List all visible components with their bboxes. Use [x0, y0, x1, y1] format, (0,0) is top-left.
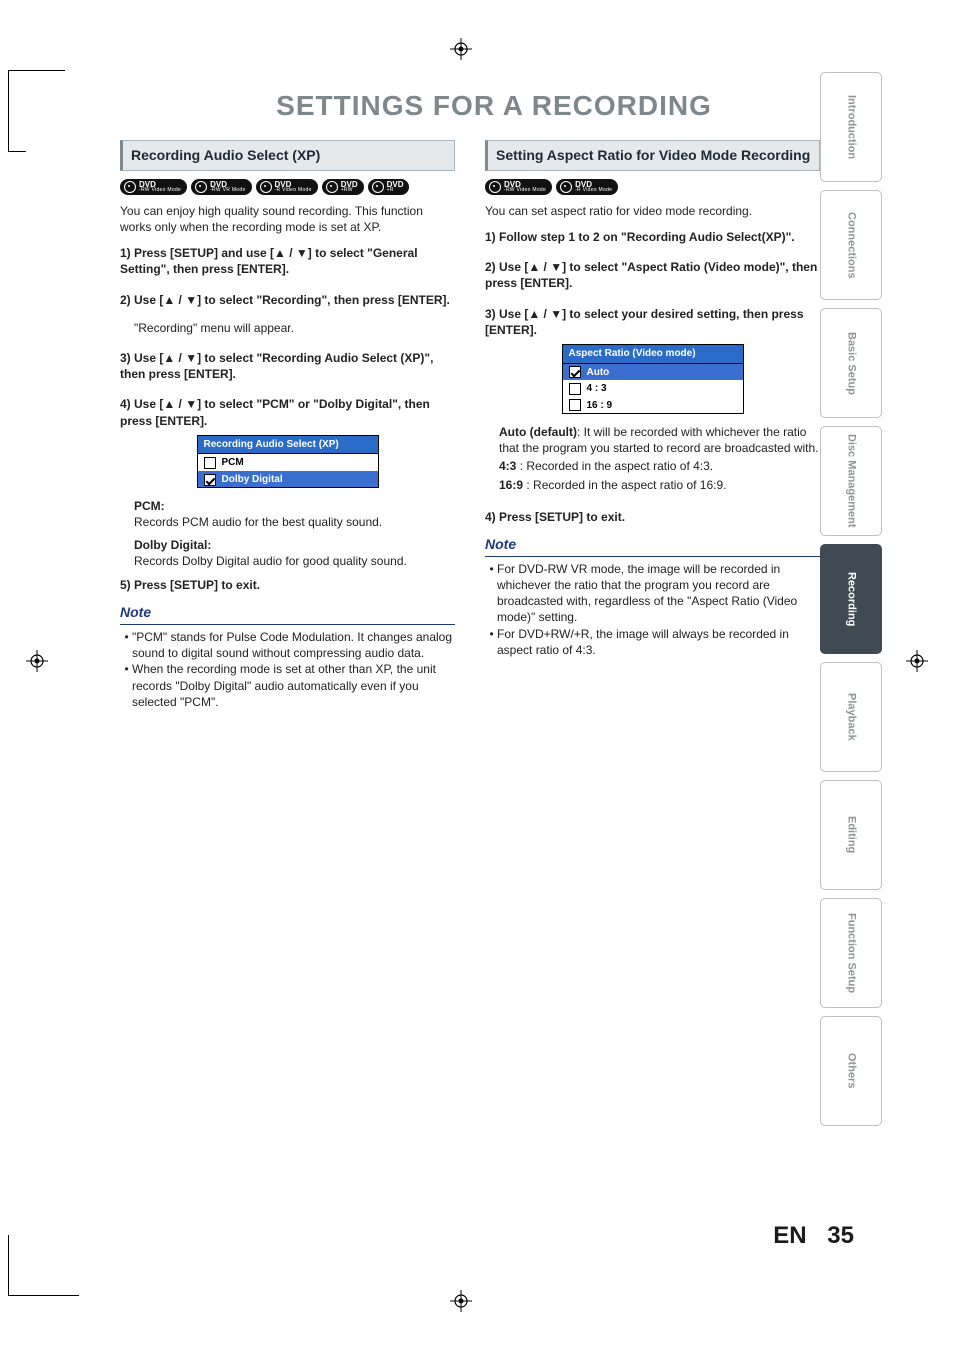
step-3: 3) Use [▲ / ▼] to select "Recording Audi… [120, 350, 455, 382]
step-2: 2) Use [▲ / ▼] to select "Recording", th… [120, 292, 455, 308]
r169-def: 16:9 : Recorded in the aspect ratio of 1… [499, 477, 820, 493]
disc-badges-right: DVD-RW Video ModeDVD-R Video Mode [485, 179, 820, 195]
r43-def: 4:3 : Recorded in the aspect ratio of 4:… [499, 458, 820, 474]
pcm-term: PCM: [134, 498, 455, 514]
dolby-desc: Records Dolby Digital audio for good qua… [134, 553, 455, 569]
registration-mark-icon [450, 1290, 472, 1312]
checkbox-icon [569, 366, 581, 378]
page-title: SETTINGS FOR A RECORDING [120, 90, 868, 122]
r169-body: : Recorded in the aspect ratio of 16:9. [526, 478, 726, 492]
section-heading-right: Setting Aspect Ratio for Video Mode Reco… [485, 140, 820, 171]
dvd-disc-badge: DVD-RW Video Mode [485, 179, 552, 195]
checkbox-icon [569, 383, 581, 395]
disc-icon [195, 181, 207, 193]
note-item: For DVD-RW VR mode, the image will be re… [497, 561, 820, 626]
menu-row[interactable]: Auto [563, 364, 743, 381]
menu-row[interactable]: Dolby Digital [198, 471, 378, 488]
auto-term: Auto (default) [499, 425, 577, 439]
menu-aspect-ratio: Aspect Ratio (Video mode) Auto 4 : 3 16 : … [562, 344, 744, 414]
r43-body: : Recorded in the aspect ratio of 4:3. [520, 459, 713, 473]
intro-left: You can enjoy high quality sound recordi… [120, 203, 455, 235]
registration-mark-icon [450, 38, 472, 60]
checkbox-icon [569, 399, 581, 411]
dvd-disc-badge: DVD-RW Video Mode [120, 179, 187, 195]
pcm-desc: Records PCM audio for the best quality s… [134, 514, 455, 530]
section-tabs: Introduction Connections Basic Setup Disc M… [820, 72, 882, 1126]
menu-row[interactable]: PCM [198, 454, 378, 471]
dvd-disc-badge: DVD-RW VR Mode [191, 179, 251, 195]
note-heading-right: Note [485, 535, 820, 557]
section-tab[interactable]: Recording [820, 544, 882, 654]
dolby-term: Dolby Digital: [134, 537, 455, 553]
r43-term: 4:3 [499, 459, 516, 473]
crop-mark-top-left [8, 70, 65, 151]
intro-right: You can set aspect ratio for video mode … [485, 203, 820, 219]
disc-icon [326, 181, 338, 193]
dvd-disc-badge: DVD+RW [322, 179, 364, 195]
section-tab[interactable]: Connections [820, 190, 882, 300]
disc-icon [124, 181, 136, 193]
step-r3: 3) Use [▲ / ▼] to select your desired se… [485, 306, 820, 338]
menu-title: Aspect Ratio (Video mode) [563, 345, 743, 364]
disc-icon [489, 181, 501, 193]
dvd-disc-badge: DVD-R Video Mode [556, 179, 618, 195]
disc-badges-left: DVD-RW Video ModeDVD-RW VR Mode DVD-R Vid… [120, 179, 455, 195]
step-4: 4) Use [▲ / ▼] to select "PCM" or "Dolby… [120, 396, 455, 428]
menu-row[interactable]: 4 : 3 [563, 380, 743, 397]
step-1: 1) Press [SETUP] and use [▲ / ▼] to sele… [120, 245, 455, 277]
checkbox-icon [204, 457, 216, 469]
auto-def: Auto (default): It will be recorded with… [499, 424, 820, 456]
page-footer: EN 35 [773, 1222, 854, 1250]
section-tab[interactable]: Playback [820, 662, 882, 772]
menu-title: Recording Audio Select (XP) [198, 436, 378, 455]
note-item: When the recording mode is set at other … [132, 661, 455, 710]
note-item: For DVD+RW/+R, the image will always be … [497, 626, 820, 658]
page-lang: EN [773, 1222, 806, 1249]
r169-term: 16:9 [499, 478, 523, 492]
menu-row-label: Dolby Digital [222, 473, 283, 487]
note-heading-left: Note [120, 603, 455, 625]
section-tab[interactable]: Basic Setup [820, 308, 882, 418]
step-r2: 2) Use [▲ / ▼] to select "Aspect Ratio (… [485, 259, 820, 291]
menu-audio-select: Recording Audio Select (XP) PCM Dolby Dig… [197, 435, 379, 489]
crop-mark-bottom-left [8, 1235, 79, 1296]
checkbox-icon [204, 474, 216, 486]
dvd-disc-badge: DVD-R Video Mode [256, 179, 318, 195]
section-heading-left: Recording Audio Select (XP) [120, 140, 455, 171]
notes-right: For DVD-RW VR mode, the image will be re… [485, 561, 820, 658]
step-5: 5) Press [SETUP] to exit. [120, 577, 455, 593]
menu-row-label: Auto [587, 366, 610, 380]
notes-left: "PCM" stands for Pulse Code Modulation. … [120, 629, 455, 710]
section-tab[interactable]: Introduction [820, 72, 882, 182]
section-tab[interactable]: Disc Management [820, 426, 882, 536]
note-item: "PCM" stands for Pulse Code Modulation. … [132, 629, 455, 661]
disc-icon [372, 181, 384, 193]
dvd-disc-badge: DVD+R [368, 179, 410, 195]
menu-row-label: 4 : 3 [587, 382, 607, 396]
disc-icon [560, 181, 572, 193]
menu-row[interactable]: 16 : 9 [563, 397, 743, 414]
step-r4: 4) Press [SETUP] to exit. [485, 509, 820, 525]
col-right: Setting Aspect Ratio for Video Mode Reco… [485, 140, 820, 714]
section-tab[interactable]: Function Setup [820, 898, 882, 1008]
menu-row-label: PCM [222, 456, 244, 470]
col-left: Recording Audio Select (XP) DVD-RW Video… [120, 140, 455, 714]
menu-row-label: 16 : 9 [587, 399, 613, 413]
step-2-after: "Recording" menu will appear. [134, 320, 455, 336]
page-number: 35 [827, 1222, 854, 1249]
section-tab[interactable]: Others [820, 1016, 882, 1126]
registration-mark-icon [906, 650, 928, 672]
disc-icon [260, 181, 272, 193]
step-r1: 1) Follow step 1 to 2 on "Recording Audi… [485, 229, 820, 245]
section-tab[interactable]: Editing [820, 780, 882, 890]
registration-mark-icon [26, 650, 48, 672]
